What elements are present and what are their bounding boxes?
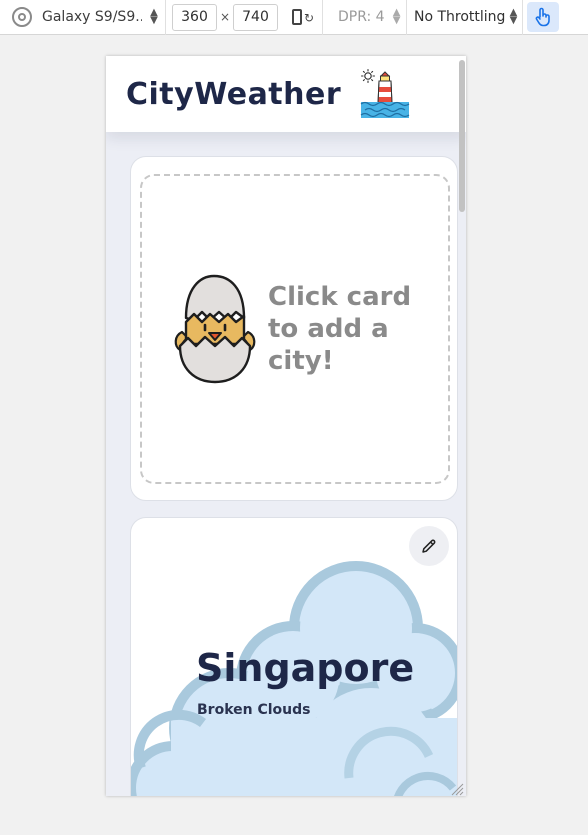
- add-city-prompt: Click card to add a city!: [268, 282, 412, 376]
- add-city-dropzone[interactable]: Click card to add a city!: [140, 174, 450, 484]
- width-input[interactable]: 360: [172, 3, 217, 31]
- scrollbar[interactable]: [458, 58, 466, 796]
- device-toolbar: Galaxy S9/S9... ▲ ▼ 360 × 740 ↻ DPR: 4 ▲ ▼…: [0, 0, 588, 35]
- dpr-selector[interactable]: DPR: 4 ▲ ▼: [323, 0, 407, 35]
- pencil-icon: [422, 539, 436, 553]
- city-name: Singapore: [196, 646, 415, 690]
- touch-hand-icon: [527, 2, 559, 32]
- throttling-label: No Throttling: [414, 9, 506, 25]
- chevron-updown-icon: ▲ ▼: [509, 7, 518, 26]
- dimensions-group: 360 × 740 ↻: [166, 0, 323, 35]
- device-name: Galaxy S9/S9...: [42, 9, 142, 25]
- dimension-separator: ×: [219, 10, 231, 24]
- rotate-icon[interactable]: ↻: [290, 6, 314, 28]
- device-viewport: CityWeather Click card to add a city! Si…: [106, 56, 466, 796]
- resize-grip-icon[interactable]: [450, 782, 464, 796]
- app-header: CityWeather: [106, 56, 466, 132]
- lighthouse-icon: [360, 68, 410, 118]
- add-city-card[interactable]: Click card to add a city!: [130, 156, 458, 501]
- height-input[interactable]: 740: [233, 3, 278, 31]
- city-card-singapore[interactable]: Singapore Broken Clouds: [130, 517, 458, 796]
- chevron-updown-icon: ▲ ▼: [392, 7, 401, 26]
- touch-toggle[interactable]: [523, 0, 563, 35]
- chevron-updown-icon: ▲ ▼: [150, 7, 158, 26]
- device-selector[interactable]: Galaxy S9/S9... ▲ ▼: [0, 0, 166, 35]
- chrome-icon: [12, 7, 32, 27]
- dpr-label: DPR: 4: [338, 9, 385, 25]
- edit-city-button[interactable]: [409, 526, 449, 566]
- scrollbar-thumb[interactable]: [459, 60, 465, 212]
- throttling-selector[interactable]: No Throttling ▲ ▼: [407, 0, 523, 35]
- hatching-chick-icon: [174, 274, 256, 384]
- weather-description: Broken Clouds: [197, 702, 311, 718]
- app-title: CityWeather: [126, 76, 342, 112]
